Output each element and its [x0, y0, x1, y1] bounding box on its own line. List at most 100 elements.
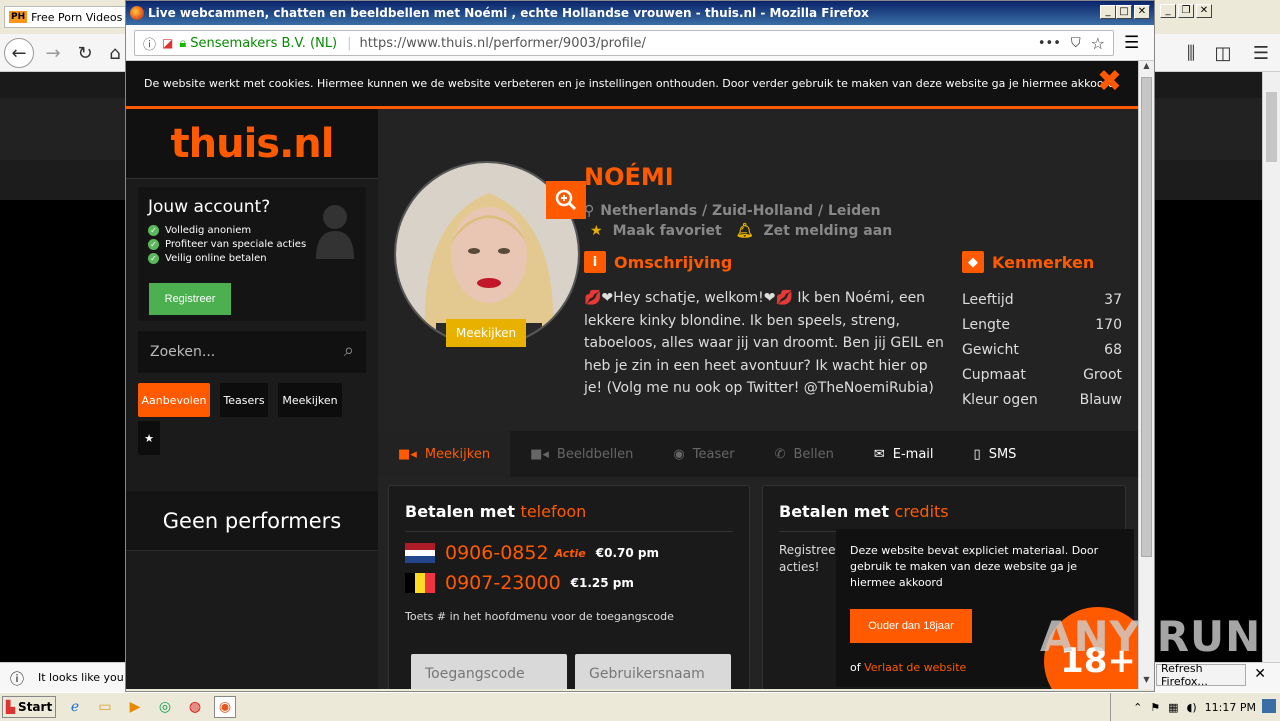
check-icon: ✓ [148, 239, 159, 250]
tab-email[interactable]: ✉ E-mail [854, 431, 954, 477]
pay-phone-panel: Betalen met telefoon 0906-0852 Actie €0.… [388, 485, 750, 689]
nl-phone-number[interactable]: 0906-0852 [445, 542, 549, 564]
close-button[interactable]: ✕ [1196, 4, 1212, 18]
zoom-icon[interactable] [546, 181, 586, 219]
close-button[interactable]: ✕ [1134, 5, 1150, 19]
page-scrollbar[interactable]: ▲ ▼ [1138, 61, 1154, 689]
meekijken-badge[interactable]: Meekijken [446, 319, 526, 347]
start-button[interactable]: ▙ Start [2, 695, 56, 718]
check-icon: ✓ [148, 253, 159, 264]
forward-icon[interactable]: → [38, 38, 68, 68]
tag-icon: ◆ [962, 251, 984, 273]
back-icon[interactable]: ← [4, 38, 34, 68]
search-input[interactable]: Zoeken... ⌕ [138, 331, 366, 373]
menu-icon[interactable]: ☰ [1124, 33, 1139, 53]
leave-website-link[interactable]: Verlaat de website [864, 661, 966, 674]
pay-phone-title: Betalen met telefoon [405, 502, 587, 521]
video-icon: ■◂ [530, 446, 549, 462]
opera-icon[interactable]: ◍ [184, 696, 206, 718]
location: ⚲ Netherlands / Zuid-Holland / Leiden [584, 203, 881, 219]
star-icon[interactable]: ★ [590, 223, 603, 239]
or-label: of [850, 661, 861, 674]
username-input[interactable]: Gebruikersnaam [575, 654, 731, 689]
taskbar: ▙ Start ℯ ▭ ▶ ◎ ◍ ◉ ⌃ ⚑ ▦ ◖) 11:17 PM [0, 692, 1280, 721]
network-icon[interactable]: ▦ [1168, 701, 1178, 714]
url-text[interactable]: https://www.thuis.nl/performer/9003/prof… [360, 36, 646, 51]
folder-icon[interactable]: ▭ [94, 696, 116, 718]
tab-teaser[interactable]: ◉ Teaser [653, 431, 754, 477]
tab-meekijken[interactable]: ■◂ Meekijken [378, 431, 511, 477]
be-price: €1.25 pm [570, 576, 634, 590]
maximize-button[interactable]: □ [1116, 5, 1132, 19]
refresh-firefox-button[interactable]: Refresh Firefox... [1156, 662, 1246, 688]
media-player-icon[interactable]: ▶ [124, 696, 146, 718]
library-icon[interactable]: ⫼ [1176, 38, 1206, 68]
ie-icon[interactable]: ℯ [64, 696, 86, 718]
restore-button[interactable]: ❐ [1178, 4, 1194, 18]
scroll-up-icon[interactable]: ▲ [1140, 61, 1153, 75]
tab-favicon: PH [9, 11, 28, 23]
tray-arrow-icon[interactable]: ⌃ [1133, 701, 1142, 714]
mobile-icon: ▯ [973, 446, 981, 462]
info-icon[interactable]: ⓘ [143, 34, 156, 53]
tracking-icon[interactable]: ◪ [162, 36, 173, 50]
scroll-down-icon[interactable]: ▼ [1140, 675, 1153, 689]
bell-icon[interactable]: 🔔︎ [736, 223, 754, 239]
tab-aanbevolen[interactable]: Aanbevolen [138, 383, 210, 417]
volume-icon[interactable]: ◖) [1187, 701, 1197, 714]
background-tab[interactable]: PH Free Porn Videos & [4, 6, 126, 28]
phone-row-nl: 0906-0852 Actie €0.70 pm [389, 542, 749, 564]
background-scrollbar[interactable] [1262, 72, 1280, 662]
eye-icon: ◉ [673, 446, 685, 462]
tab-sms[interactable]: ▯ SMS [954, 431, 1037, 477]
sidebar-icon[interactable]: ◫ [1208, 38, 1238, 68]
search-icon[interactable]: ⌕ [344, 340, 354, 361]
account-box: Jouw account? ✓ Volledig anoniem ✓ Profite… [138, 187, 366, 321]
performer-name: NOÉMI [584, 163, 674, 191]
show-desktop-icon[interactable] [1262, 699, 1276, 713]
tab-bellen[interactable]: ✆ Bellen [755, 431, 854, 477]
firefox-taskbar-icon[interactable]: ◉ [214, 695, 236, 718]
access-code-input[interactable]: Toegangscode [411, 654, 567, 689]
site-logo[interactable]: thuis.nl [126, 109, 378, 179]
cookie-close-icon[interactable]: ✖ [1097, 67, 1122, 97]
nl-flag-icon [405, 543, 435, 564]
profile-actions: ★ Maak favoriet 🔔︎ Zet melding aan [590, 223, 892, 239]
be-phone-number[interactable]: 0907-23000 [445, 572, 561, 594]
close-notification-icon[interactable]: ✕ [1254, 666, 1266, 682]
feature-row: Cupmaat Groot [962, 366, 1122, 383]
map-pin-icon: ⚲ [584, 203, 595, 219]
clock: 11:17 PM [1204, 700, 1256, 714]
bookmark-star-icon[interactable]: ☆ [1091, 34, 1105, 53]
lock-icon[interactable]: 🔒︎ [179, 36, 186, 51]
over-18-button[interactable]: Ouder dan 18jaar [850, 609, 972, 643]
pocket-icon[interactable]: ⛉ [1071, 36, 1081, 51]
windows-logo-icon: ▙ [5, 699, 16, 714]
access-code-hint: Toets # in het hoofdmenu voor de toegang… [405, 610, 674, 623]
chrome-icon[interactable]: ◎ [154, 696, 176, 718]
scroll-thumb[interactable] [1266, 92, 1277, 162]
page-actions-icon[interactable]: ••• [1038, 36, 1061, 51]
action-label: Actie [554, 546, 586, 560]
tab-favorites[interactable]: ★ [138, 421, 160, 455]
flag-icon[interactable]: ⚑ [1150, 701, 1160, 714]
reload-icon[interactable]: ↻ [70, 38, 100, 68]
minimize-button[interactable]: _ [1160, 4, 1176, 18]
feature-row: Lengte 170 [962, 316, 1122, 333]
firefox-window: Live webcammen, chatten en beeldbellen m… [125, 0, 1155, 692]
identity-label[interactable]: Sensemakers B.V. (NL) [190, 36, 337, 51]
tab-teasers[interactable]: Teasers [220, 383, 268, 417]
tab-beeldbellen[interactable]: ■◂ Beeldbellen [510, 431, 653, 477]
user-silhouette-icon [316, 205, 354, 259]
tab-meekijken[interactable]: Meekijken [278, 383, 342, 417]
title-bar: Live webcammen, chatten en beeldbellen m… [126, 1, 1154, 25]
scroll-thumb[interactable] [1141, 77, 1152, 557]
favorite-link[interactable]: Maak favoriet [613, 223, 722, 239]
tab-label: Free Porn Videos & [31, 10, 126, 24]
features-table: Leeftijd 37 Lengte 170 Gewicht 68 Cupmaat Gr… [962, 287, 1122, 412]
menu-icon[interactable]: ☰ [1246, 38, 1276, 68]
url-field[interactable]: ⓘ ◪ 🔒︎ Sensemakers B.V. (NL) | https://w… [134, 30, 1114, 56]
register-button[interactable]: Registreer [149, 283, 231, 315]
notify-link[interactable]: Zet melding aan [764, 223, 893, 239]
minimize-button[interactable]: _ [1100, 5, 1116, 19]
